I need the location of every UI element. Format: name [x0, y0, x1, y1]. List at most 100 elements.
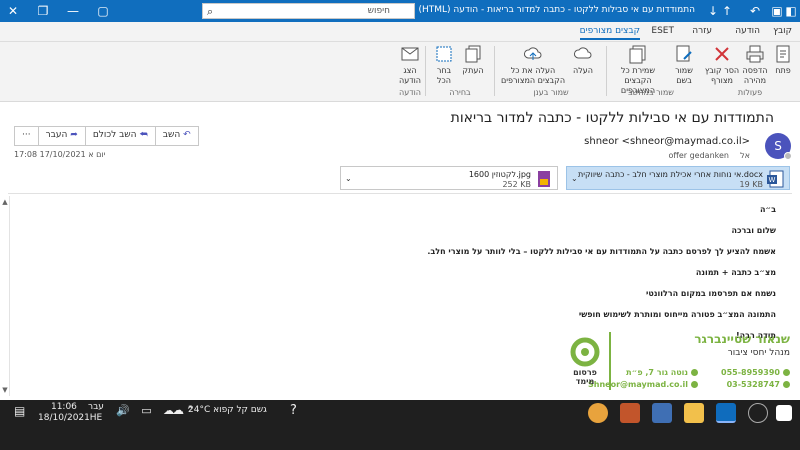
body-line: אשמח להציע לך לפרסם כתבה על התמודדות עם …	[427, 247, 776, 256]
forward-button[interactable]: העבר ➦	[37, 127, 85, 145]
search-box[interactable]: ⌕ חיפוש	[202, 3, 415, 19]
ribbon-separator	[425, 46, 426, 96]
taskbar: ▤ 11:06 18/10/2021 עבר HE 🔊 ▭ ☁ ⌃ ☁ 24°C ג…	[0, 400, 800, 450]
save-all-icon	[629, 45, 646, 64]
outlook-taskbar-icon[interactable]	[716, 403, 736, 423]
phone-icon	[783, 369, 790, 376]
scroll-down-icon[interactable]: ▼	[1, 386, 9, 394]
body-line: ב״ה	[759, 205, 776, 214]
signature-email[interactable]: Shneor@maymad.co.il	[588, 380, 698, 389]
sender[interactable]: shneor <shneor@maymad.co.il>	[584, 136, 750, 147]
quick-print-button[interactable]: הדפסה מהירה	[740, 44, 770, 86]
tab-attachments[interactable]: קבצים מצורפים	[579, 26, 640, 40]
ribbon-display-icon[interactable]: ▢	[96, 4, 110, 18]
chevron-down-icon[interactable]: ⌄	[345, 174, 352, 183]
reply-all-button[interactable]: השב לכולם ⮪	[84, 127, 155, 145]
word-file-icon: W	[767, 170, 784, 188]
scroll-up-icon[interactable]: ▲	[1, 198, 9, 206]
signature: שנאור שטיינברגר מנהל יחסי ציבור 055-8959…	[565, 332, 790, 394]
minimize-icon[interactable]: —	[66, 4, 80, 18]
signature-phone2: 03-5328747	[727, 380, 790, 389]
forward-icon: ➦	[70, 130, 78, 140]
clock-date[interactable]: 11:06 18/10/2021	[38, 402, 90, 424]
close-icon[interactable]: ✕	[6, 4, 20, 18]
image-file-icon	[538, 171, 550, 187]
arrow-down-icon[interactable]: ↓	[706, 4, 720, 18]
chevron-down-icon[interactable]: ⌄	[571, 174, 578, 183]
weather[interactable]: 24°C גשם קל קפוא	[188, 405, 267, 415]
ribbon-separator	[606, 46, 607, 96]
remove-attachment-button[interactable]: הסר קובץ מצורף	[704, 44, 740, 86]
avatar[interactable]: S	[765, 133, 792, 160]
language-indicator[interactable]: עבר HE	[88, 402, 104, 424]
cloud-upload-icon	[574, 47, 592, 59]
tab-help[interactable]: עזרה	[692, 26, 712, 36]
help-icon[interactable]: ?	[290, 403, 297, 418]
group-save-cloud-label: שמור בענן	[533, 88, 569, 97]
group-select-label: בחירה	[449, 88, 471, 97]
search-icon: ⌕	[207, 5, 214, 18]
show-message-icon	[401, 47, 419, 61]
show-message-button[interactable]: הצג הודעה	[396, 44, 424, 86]
company-logo-text: פרסום מימד	[573, 368, 597, 386]
signature-address: נוטה גור 7, פ״ת	[626, 368, 698, 377]
upload-button[interactable]: העלה	[568, 44, 598, 76]
open-icon	[776, 45, 790, 63]
tray-icons[interactable]: 🔊 ▭ ☁ ⌃	[116, 404, 199, 417]
tab-eset[interactable]: ESET	[651, 26, 674, 36]
save-icon[interactable]: ▣	[770, 4, 784, 18]
recipient[interactable]: offer gedanken	[668, 151, 729, 160]
reply-button[interactable]: השב ↶	[154, 127, 198, 145]
signature-phone1: 055-8959390	[721, 368, 790, 377]
group-actions-label: פעולות	[737, 88, 763, 97]
body-line: התמונה המצ״ב פטורה מייחוס ומותרת לשימוש …	[578, 310, 776, 319]
save-as-icon	[676, 45, 692, 62]
reply-all-icon: ⮪	[139, 130, 148, 140]
restore-icon[interactable]: ❐	[36, 4, 50, 18]
svg-text:W: W	[769, 176, 776, 184]
attachment-name: לקטוזין 1600.jpg	[468, 170, 531, 179]
fax-icon	[783, 381, 790, 388]
save-as-button[interactable]: שמור בשם	[668, 44, 700, 86]
tab-message[interactable]: הודעה	[735, 26, 760, 36]
arrow-up-icon[interactable]: ↑	[720, 4, 734, 18]
copy-button[interactable]: העתק	[458, 44, 488, 76]
tab-file[interactable]: קובץ	[773, 26, 792, 36]
upload-all-attachments-button[interactable]: העלה את כל הקבצים המצורפים	[500, 44, 566, 86]
notifications-icon[interactable]: ▤	[14, 404, 25, 418]
header-divider	[8, 193, 792, 194]
body-line: שלום וברכה	[731, 226, 776, 235]
undo-icon[interactable]: ↶	[748, 4, 762, 18]
attachment-jpg[interactable]: לקטוזין 1600.jpg 252 KB ⌄	[340, 166, 558, 190]
attachment-size: 19 KB	[739, 180, 763, 189]
search-taskbar-icon[interactable]	[748, 403, 768, 423]
files-app-icon[interactable]	[652, 403, 672, 423]
title-bar: ✕ ❐ — ▢ ⌕ חיפוש התמודדות עם אי סבילות לל…	[0, 0, 800, 22]
ribbon-tabs: קובץ הודעה עזרה ESET קבצים מצורפים	[0, 22, 800, 42]
select-all-button[interactable]: בחר הכל	[430, 44, 458, 86]
to-label: אל	[740, 151, 750, 160]
ribbon-separator	[494, 46, 495, 96]
explorer-icon[interactable]	[684, 403, 704, 423]
signature-divider	[609, 332, 611, 390]
open-button[interactable]: פתח	[770, 44, 796, 76]
email-icon	[691, 381, 698, 388]
chrome-icon[interactable]	[588, 403, 608, 423]
body-line: נשמח אם תפרסמו במקום הרלוונטי	[646, 289, 776, 298]
attachment-docx[interactable]: W אי נוחות אחרי אכילת מוצרי חלב - כתבה ש…	[566, 166, 790, 190]
group-message-label: הודעה	[398, 88, 421, 97]
group-save-pc-label: שמור במחשב	[628, 88, 674, 97]
action-buttons: ··· העבר ➦ השב לכולם ⮪ השב ↶	[14, 126, 199, 146]
scrollbar[interactable]: ▲ ▼	[0, 196, 10, 396]
attachment-size: 252 KB	[502, 180, 531, 189]
presence-dot	[784, 152, 792, 160]
search-placeholder: חיפוש	[367, 6, 390, 16]
body-line: מצ״ב כתבה + תמונה	[695, 268, 776, 277]
window-title: התמודדות עם אי סבילות ללקטו - כתבה למדור…	[418, 5, 695, 15]
more-actions-button[interactable]: ···	[15, 127, 38, 145]
signature-role: מנהל יחסי ציבור	[727, 348, 790, 358]
ribbon: פתח הדפסה מהירה הסר קובץ מצורף שמור בשם …	[0, 42, 800, 102]
start-icon[interactable]	[776, 405, 792, 421]
settings-app-icon[interactable]	[620, 403, 640, 423]
reply-icon: ↶	[183, 130, 191, 140]
